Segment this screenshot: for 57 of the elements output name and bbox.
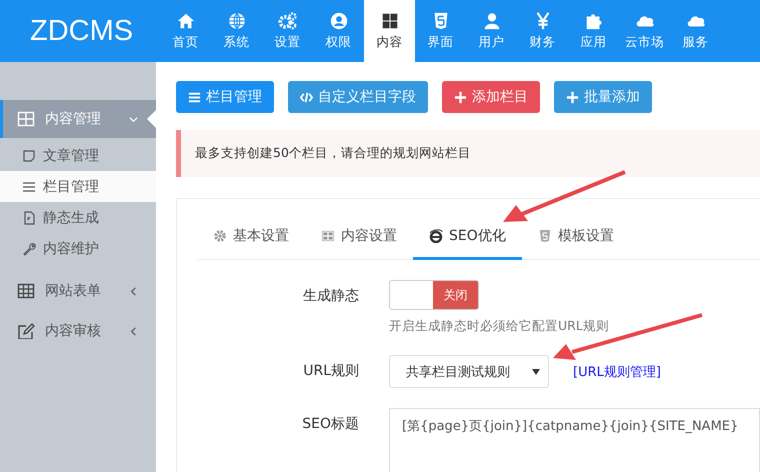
table-icon [17,283,35,299]
sidebar-item[interactable]: 内容维护 [0,233,156,264]
url-rule-link[interactable]: [URL规则管理] [573,362,661,380]
nav-tab[interactable]: 系统 [211,0,262,62]
chevron-icon [129,286,138,296]
gear-icon [213,228,227,242]
grid-icon [380,11,400,31]
field-label: SEO标题 [301,415,360,434]
toggle-switch[interactable]: 关闭 [389,280,479,310]
home-icon [176,11,196,31]
caret-icon [532,368,540,374]
list-icon [22,180,36,194]
chevron-icon [129,114,138,124]
sidebar-item[interactable]: 静态生成 [0,202,156,233]
toolbar-button[interactable]: 自定义栏目字段 [288,81,428,113]
help-text: 开启生成静态时必须给它配置URL规则 [389,318,609,335]
tab[interactable]: 基本设置 [197,214,305,260]
nav-tab[interactable]: 界面 [415,0,466,62]
field-label: 生成静态 [302,287,360,306]
nav-tab[interactable]: 用户 [466,0,517,62]
code-icon [300,90,313,104]
nav-tab[interactable]: 首页 [160,0,211,62]
nav-tab[interactable]: 内容 [364,0,415,62]
sidebar-item[interactable]: 文章管理 [0,140,156,171]
file-icon [22,210,36,224]
pointer-notch [147,110,156,128]
nav-tab[interactable]: 云市场 [619,0,670,62]
list-icon [188,90,201,104]
note-icon [22,148,36,162]
nav-tab[interactable]: 设置 [262,0,313,62]
nav-tab[interactable]: 应用 [568,0,619,62]
field-label: URL规则 [302,362,360,381]
sidebar-group[interactable]: 内容审核 [0,312,156,350]
logo: ZDCMS [29,14,134,48]
grid-icon [321,228,335,242]
user-circle-icon [328,11,348,31]
chevron-icon [129,326,138,336]
plus-icon [566,90,579,104]
url-rule-dropdown[interactable]: 共享栏目测试规则 [389,355,549,388]
wrench-icon [22,242,36,256]
sidebar-item[interactable]: 栏目管理 [0,171,156,202]
toolbar-button[interactable]: 栏目管理 [176,81,274,113]
sidebar-group[interactable]: 网站表单 [0,272,156,310]
edit-icon [17,323,35,339]
nav-tab[interactable]: 服务 [670,0,721,62]
globe-icon [226,11,246,31]
shield-icon [538,228,552,242]
toolbar-button[interactable]: 添加栏目 [442,81,540,113]
nav-tab[interactable]: 权限 [313,0,364,62]
seo-title-field[interactable]: [第{page}页{join}]{catpname}{join}{SITE_NAME} [389,408,760,472]
alert-message: 最多支持创建50个栏目，请合理的规划网站栏目 [176,130,760,177]
nav-tab[interactable]: 财务 [517,0,568,62]
tab[interactable]: 内容设置 [305,214,413,260]
toolbar-button[interactable]: 批量添加 [554,81,652,113]
grid-icon [17,111,35,127]
plus-icon [454,90,467,104]
sidebar-group[interactable]: 内容管理 [0,100,156,138]
